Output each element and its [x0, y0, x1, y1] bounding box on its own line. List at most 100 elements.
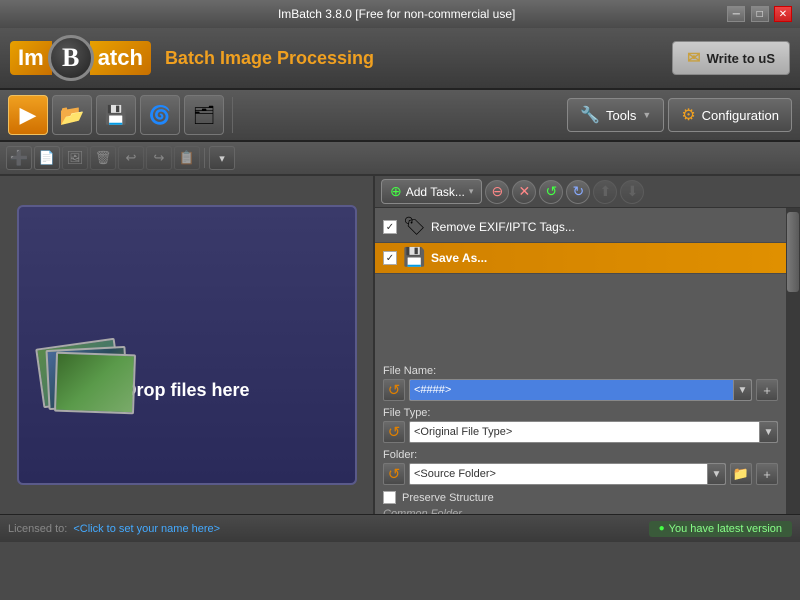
- main-content: Drop files here ⊕ Add Task... ▾ ⊖ ✕ ↺ ↻ …: [0, 176, 800, 514]
- common-folder-label: Common Folder: [383, 508, 778, 514]
- file-name-extra-button[interactable]: +: [756, 379, 778, 401]
- folder-row: ↺ ▼ 📁 +: [383, 463, 778, 485]
- licensed-to-value[interactable]: <Click to set your name here>: [73, 523, 220, 535]
- sub-image-button[interactable]: 🖼: [62, 146, 88, 170]
- task-redo-button[interactable]: ↻: [566, 180, 590, 204]
- folder-extra-button[interactable]: +: [756, 463, 778, 485]
- logo-atch: atch: [90, 41, 151, 75]
- folder-refresh-button[interactable]: ↺: [383, 463, 405, 485]
- play-icon: ▶: [20, 102, 37, 128]
- file-name-refresh-button[interactable]: ↺: [383, 379, 405, 401]
- task-exif-icon: 🏷: [403, 216, 425, 238]
- close-button[interactable]: ✕: [774, 6, 792, 22]
- version-label: You have latest version: [669, 523, 782, 535]
- app-header: Im B atch Batch Image Processing ✉ Write…: [0, 28, 800, 90]
- folder-dropdown-button[interactable]: ▼: [707, 463, 725, 485]
- file-type-group: File Type: ↺ ▼: [383, 407, 778, 443]
- task-up-button[interactable]: ⬆: [593, 180, 617, 204]
- tools-chevron-icon: ▼: [642, 110, 651, 120]
- sub-add-button[interactable]: 📄: [34, 146, 60, 170]
- file-type-input[interactable]: [410, 422, 759, 442]
- drop-zone[interactable]: Drop files here: [17, 205, 357, 485]
- file-name-input[interactable]: [410, 380, 733, 400]
- write-us-label: Write to uS: [707, 51, 775, 66]
- task-down-button[interactable]: ⬇: [620, 180, 644, 204]
- folder-browse-button[interactable]: 📁: [730, 463, 752, 485]
- add-task-chevron: ▾: [469, 186, 474, 197]
- task-list: ✓ 🏷 Remove EXIF/IPTC Tags... ✓ 💾 Save As…: [375, 208, 786, 359]
- scroll-thumb[interactable]: [787, 212, 799, 292]
- minimize-button[interactable]: ─: [727, 6, 745, 22]
- preserve-structure-row: Preserve Structure: [383, 491, 778, 504]
- version-status: ● You have latest version: [649, 521, 792, 537]
- task-details-panel: File Name: ↺ ▼ + File Type:: [375, 359, 786, 514]
- task-clear-button[interactable]: ✕: [512, 180, 536, 204]
- logo-b-circle: B: [48, 35, 94, 81]
- preserve-structure-checkbox[interactable]: [383, 491, 396, 504]
- folder-input[interactable]: [410, 464, 707, 484]
- main-toolbar: ▶ 📂 💾 🌀 🗂 🔧 Tools ▼ ⚙ Configuration: [0, 90, 800, 142]
- preserve-structure-label: Preserve Structure: [402, 492, 494, 504]
- window-title: ImBatch 3.8.0 [Free for non-commercial u…: [278, 7, 515, 21]
- task-saveas-label: Save As...: [431, 251, 487, 265]
- folder-icon: 📂: [60, 103, 85, 128]
- sub-dropdown-button[interactable]: ▾: [209, 146, 235, 170]
- file-type-refresh-button[interactable]: ↺: [383, 421, 405, 443]
- sub-delete-button[interactable]: 🗑: [90, 146, 116, 170]
- task-exif-label: Remove EXIF/IPTC Tags...: [431, 220, 575, 234]
- add-task-label: Add Task...: [406, 185, 465, 199]
- folder-label: Folder:: [383, 449, 778, 461]
- sub-separator: [204, 148, 205, 168]
- sub-toolbar: ➕ 📄 🖼 🗑 ↩ ↪ 📋 ▾: [0, 142, 800, 176]
- save-icon: 💾: [105, 105, 127, 126]
- licensed-to-label: Licensed to:: [8, 523, 67, 535]
- task-item-saveas: ✓ 💾 Save As...: [375, 243, 786, 274]
- right-scrollbar[interactable]: [786, 208, 800, 514]
- wrench-icon: 🔧: [580, 105, 600, 125]
- file-name-dropdown-button[interactable]: ▼: [733, 379, 751, 401]
- left-panel: Drop files here: [0, 176, 375, 514]
- right-panel: ⊕ Add Task... ▾ ⊖ ✕ ↺ ↻ ⬆ ⬇ ✓ 🏷 Remove E: [375, 176, 800, 514]
- configuration-button[interactable]: ⚙ Configuration: [668, 98, 792, 132]
- envelope-icon: ✉: [687, 48, 700, 68]
- file-type-label: File Type:: [383, 407, 778, 419]
- toolbar-save-button[interactable]: 💾: [96, 95, 136, 135]
- status-dot-icon: ●: [659, 523, 665, 534]
- app-logo: Im B atch: [10, 35, 151, 81]
- task-toolbar: ⊕ Add Task... ▾ ⊖ ✕ ↺ ↻ ⬆ ⬇: [375, 176, 800, 208]
- status-left: Licensed to: <Click to set your name her…: [8, 523, 641, 535]
- tools-dropdown-button[interactable]: 🔧 Tools ▼: [567, 98, 664, 132]
- write-us-button[interactable]: ✉ Write to uS: [672, 41, 790, 75]
- gear-icon: ⚙: [681, 105, 695, 125]
- image-stack: [39, 343, 139, 423]
- clipboard-icon: 🗂: [193, 105, 216, 126]
- sub-redo-button[interactable]: ↪: [146, 146, 172, 170]
- add-task-plus-icon: ⊕: [390, 183, 402, 200]
- task-remove-button[interactable]: ⊖: [485, 180, 509, 204]
- drop-files-label: Drop files here: [123, 380, 249, 401]
- tools-label: Tools: [606, 108, 636, 123]
- toolbar-open-button[interactable]: 📂: [52, 95, 92, 135]
- task-panel: ✓ 🏷 Remove EXIF/IPTC Tags... ✓ 💾 Save As…: [375, 208, 786, 514]
- sub-undo-button[interactable]: ↩: [118, 146, 144, 170]
- task-item-exif: ✓ 🏷 Remove EXIF/IPTC Tags...: [375, 212, 786, 243]
- sub-clipboard-button[interactable]: 📋: [174, 146, 200, 170]
- toolbar-spiral-button[interactable]: 🌀: [140, 95, 180, 135]
- task-refresh-button[interactable]: ↺: [539, 180, 563, 204]
- maximize-button[interactable]: □: [751, 6, 769, 22]
- folder-input-wrap: ▼: [409, 463, 726, 485]
- file-name-row: ↺ ▼ +: [383, 379, 778, 401]
- right-content: ✓ 🏷 Remove EXIF/IPTC Tags... ✓ 💾 Save As…: [375, 208, 800, 514]
- task-saveas-checkbox[interactable]: ✓: [383, 251, 397, 265]
- spiral-icon: 🌀: [149, 105, 171, 126]
- toolbar-play-button[interactable]: ▶: [8, 95, 48, 135]
- file-name-label: File Name:: [383, 365, 778, 377]
- task-exif-checkbox[interactable]: ✓: [383, 220, 397, 234]
- file-type-row: ↺ ▼: [383, 421, 778, 443]
- image-card-3: [53, 352, 135, 415]
- add-task-button[interactable]: ⊕ Add Task... ▾: [381, 179, 482, 204]
- file-type-dropdown-button[interactable]: ▼: [759, 421, 777, 443]
- toolbar-clip-button[interactable]: 🗂: [184, 95, 224, 135]
- sub-add-green-button[interactable]: ➕: [6, 146, 32, 170]
- logo-im: Im: [10, 41, 52, 75]
